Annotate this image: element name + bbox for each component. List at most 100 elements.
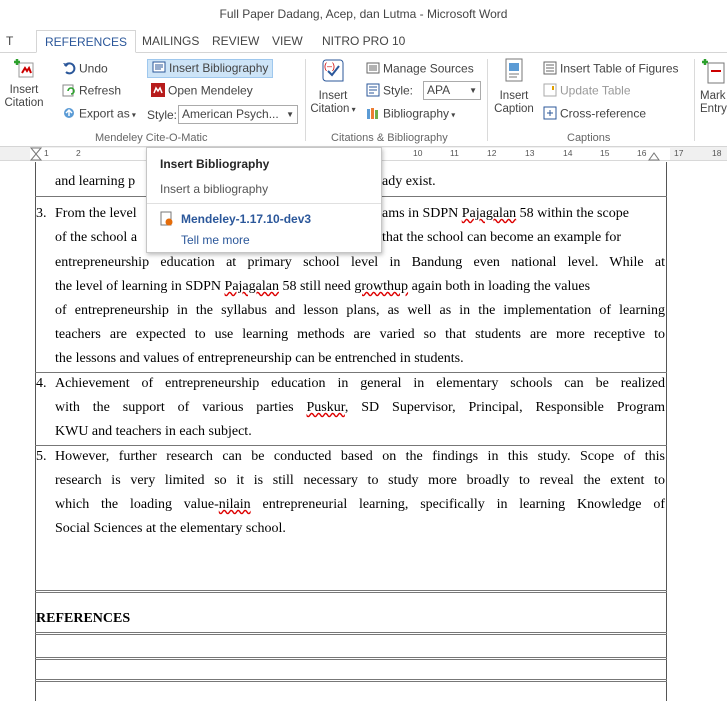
mendeley-insert-citation-line1: Insert [9,84,39,96]
text-run: 58 within the scope [516,206,629,221]
export-as-label: Export as [79,106,130,121]
ruler-tick: 16 [637,148,647,158]
addin-name: Mendeley-1.17.10-dev3 [181,212,312,226]
paragraph-line: research is very limited so it is still … [55,473,665,488]
citation-style-label-wrap: Style: [366,83,413,100]
paragraph-line: Social Sciences at the elementary school… [55,521,286,536]
ribbon-tabs: T REFERENCES MAILINGS REVIEW VIEW NITRO … [0,30,727,53]
tab-view[interactable]: VIEW [272,30,303,52]
insert-bibliography-button[interactable]: Insert Bibliography [147,59,274,79]
export-dropdown-icon: ▾ [129,110,136,120]
refresh-button[interactable]: Refresh [62,83,121,100]
cross-reference-icon [543,106,557,123]
update-table-button[interactable]: Update Table [543,83,631,100]
ruler-tick: 1 [44,148,49,158]
captions-group-label: Captions [567,132,611,144]
mark-entry-line2: Entry [700,103,727,115]
undo-label: Undo [79,61,108,76]
insert-caption-line1: Insert [499,90,529,102]
text-run: entrepreneurial learning, specifically i… [250,497,665,512]
paragraph-line: entrepreneurship education at primary sc… [55,255,665,270]
table-row-line [35,679,667,682]
text-run: which the loading value- [55,497,219,512]
cross-reference-button[interactable]: Cross-reference [543,106,646,123]
ruler-tick: 13 [525,148,535,158]
paragraph-line: and learning p [55,174,136,189]
tooltip-divider [147,203,381,204]
update-table-icon [543,83,557,100]
table-of-figures-icon [543,61,557,78]
chevron-down-icon: ▼ [469,86,477,95]
ruler-tick: 10 [413,148,423,158]
ribbon-separator [694,59,695,141]
text-run: , SD Supervisor, Principal, Responsible … [344,400,665,415]
chevron-down-icon: ▾ [349,105,356,114]
paragraph-line: the level of learning in SDPN Pajagalan … [55,279,590,295]
manage-sources-button[interactable]: Manage Sources [366,61,474,78]
tab-nitro-pro[interactable]: NITRO PRO 10 [322,30,405,52]
paragraph-line: of entrepreneurship in the syllabus and … [55,303,665,318]
table-row-line [35,372,667,373]
tooltip-description: Insert a bibliography [160,182,269,196]
tab-partial[interactable]: T [6,30,13,52]
mendeley-style-select[interactable]: American Psych... ▼ [178,105,298,124]
bibliography-icon [152,61,166,76]
citation-style-value: APA [427,83,451,97]
ribbon: Insert Citation Undo Refresh Export as ▾… [0,52,727,147]
table-row-line [35,590,667,593]
right-indent-marker-icon[interactable] [648,147,660,161]
svg-text:(–): (–) [324,61,335,71]
insert-citation-icon: (–) [322,59,344,82]
tab-mailings[interactable]: MAILINGS [142,30,199,52]
citation-style-label: Style: [383,83,414,98]
mendeley-insert-citation-line2: Citation [4,97,44,109]
mark-entry-icon [702,59,725,84]
ribbon-separator [305,59,306,141]
bibliography-button[interactable]: Bibliography ▾ [366,106,455,123]
tooltip-title: Insert Bibliography [160,157,270,171]
update-table-label: Update Table [560,83,631,98]
text-run: the level of learning in SDPN [55,279,225,294]
undo-icon [62,61,76,78]
manage-sources-icon [366,61,380,78]
mark-entry-button[interactable]: Mark Entry [700,57,727,116]
ruler-tick: 12 [487,148,497,158]
spelling-flag-text: nilain [218,497,251,512]
citations-group-label: Citations & Bibliography [331,132,448,144]
paragraph-line: teachers are expected to use learning me… [55,327,665,342]
paragraph-line: From the level [55,206,137,221]
style-icon [366,83,380,100]
paragraph-line: which the loading value-nilain entrepren… [55,497,665,513]
insert-table-of-figures-label: Insert Table of Figures [560,61,679,76]
insert-citation-button[interactable]: (–) Insert Citation ▾ [310,57,356,116]
spelling-flag-text: growthup [354,279,409,294]
insert-caption-button[interactable]: Insert Caption [492,57,536,116]
open-mendeley-button[interactable]: Open Mendeley [151,83,253,100]
ruler-tick: 15 [600,148,610,158]
open-mendeley-label: Open Mendeley [168,83,253,98]
insert-bibliography-tooltip: Insert Bibliography Insert a bibliograph… [146,147,382,253]
export-as-button[interactable]: Export as ▾ [62,106,136,123]
paragraph-line: with the support of various parties Pusk… [55,400,665,416]
citation-style-select[interactable]: APA ▼ [423,81,481,100]
window-title: Full Paper Dadang, Acep, dan Lutma - Mic… [219,7,508,21]
tab-review[interactable]: REVIEW [212,30,259,52]
mendeley-group-label: Mendeley Cite-O-Matic [95,132,208,144]
bibliography-label: Bibliography [383,106,450,121]
undo-button[interactable]: Undo [62,61,108,78]
mendeley-insert-citation-button[interactable]: Insert Citation [4,57,44,110]
cross-reference-label: Cross-reference [560,106,647,121]
mendeley-style-label: Style: [147,108,178,122]
mendeley-insert-citation-icon [14,59,34,78]
tab-references[interactable]: REFERENCES [36,30,137,53]
paragraph-line: Achievement of entrepreneurship educatio… [55,376,665,391]
ribbon-separator [487,59,488,141]
ruler-tick: 17 [674,148,684,158]
tell-me-more-link[interactable]: Tell me more [181,233,250,247]
list-number: 5. [36,449,47,464]
insert-citation-line1: Insert [318,90,348,102]
paragraph-line: that the school can become an example fo… [382,230,622,245]
indent-marker-icon[interactable] [30,147,42,161]
insert-table-of-figures-button[interactable]: Insert Table of Figures [543,61,679,78]
insert-bibliography-label: Insert Bibliography [169,61,269,75]
